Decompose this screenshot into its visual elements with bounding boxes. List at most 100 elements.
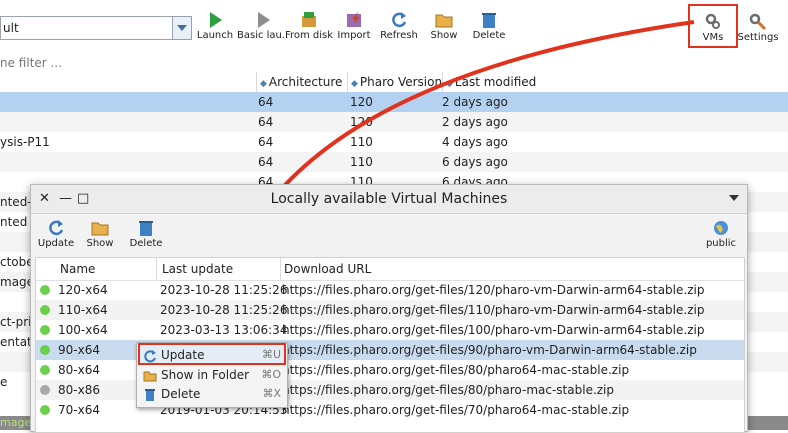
cell-arch: 64 [258, 115, 274, 129]
vm-cell-name: 70-x64 [58, 403, 100, 417]
cell-version: 110 [350, 155, 373, 169]
cell-modified: 4 days ago [442, 135, 508, 149]
vm-cell-name: 100-x64 [58, 323, 108, 337]
vm-public-button[interactable]: public [699, 218, 743, 249]
cell-version: 120 [350, 115, 373, 129]
vm-cell-name: 90-x64 [58, 343, 100, 357]
trash-icon [145, 389, 155, 401]
sort-icon: ◆ [260, 79, 267, 89]
launcher-toolbar: ult Launch Basic lau... From disk Import… [0, 0, 788, 52]
menu-item-delete[interactable]: Delete ⌘X [137, 385, 287, 404]
vm-cell-url: https://files.pharo.org/get-files/100/ph… [282, 323, 705, 337]
vm-cell-name: 120-x64 [58, 283, 108, 297]
play-icon [210, 12, 222, 28]
vm-show-button[interactable]: Show [78, 218, 122, 249]
vm-window-title: Locally available Virtual Machines [270, 191, 508, 207]
delete-button[interactable]: Delete [463, 8, 515, 48]
vm-cell-url: https://files.pharo.org/get-files/70/pha… [282, 403, 630, 417]
sort-icon: ◆ [446, 79, 453, 89]
vms-button-highlight [688, 4, 738, 48]
globe-icon [714, 221, 728, 235]
status-dot-icon [40, 345, 50, 355]
cell-name: mage [0, 275, 35, 289]
vm-table-header: Name Last update Download URL [36, 258, 744, 281]
table-row[interactable]: 64 110 6 days ago [0, 152, 788, 172]
vm-update-button[interactable]: Update [34, 218, 78, 249]
update-item-highlight [138, 343, 286, 365]
folder-icon [91, 222, 109, 236]
cell-name: ysis-P11 [0, 135, 50, 149]
cell-name: e [0, 375, 8, 389]
trash-icon [482, 13, 496, 28]
status-dot-icon [40, 305, 50, 315]
filter-placeholder: ne filter ... [0, 56, 62, 70]
table-row[interactable]: 64 120 2 days ago [0, 92, 788, 112]
sort-icon: ◆ [351, 79, 358, 89]
filter-input[interactable]: ne filter ... [0, 54, 788, 74]
vm-cell-url: https://files.pharo.org/get-files/110/ph… [282, 303, 705, 317]
status-dot-icon [40, 285, 50, 295]
vm-window-titlebar[interactable]: ✕ — □ Locally available Virtual Machines [31, 185, 747, 214]
cell-arch: 64 [258, 95, 274, 109]
column-separator [156, 258, 157, 280]
table-row[interactable]: ysis-P11 64 110 4 days ago [0, 132, 788, 152]
window-menu-icon[interactable] [729, 194, 739, 202]
status-dot-icon [40, 325, 50, 335]
status-dot-icon [40, 385, 50, 395]
status-text: mage [0, 416, 32, 429]
vm-cell-date: 2023-10-28 11:25:26 [160, 283, 288, 297]
trash-icon [139, 221, 153, 236]
folder-icon [143, 371, 157, 382]
header-last-modified[interactable]: ◆ Last modified [446, 75, 536, 89]
settings-icon [749, 13, 767, 31]
vm-cell-url: https://files.pharo.org/get-files/80/pha… [282, 383, 615, 397]
header-download-url[interactable]: Download URL [284, 262, 371, 276]
header-pharo-version[interactable]: ◆ Pharo Version [351, 75, 442, 89]
template-dropdown[interactable]: ult [0, 16, 192, 40]
vm-row[interactable]: 110-x64 2023-10-28 11:25:26 https://files.… [36, 300, 744, 320]
header-architecture[interactable]: ◆ Architecture [260, 75, 342, 89]
images-table-header: ◆ Architecture ◆ Pharo Version ◆ Last modif… [0, 72, 788, 94]
vm-row[interactable]: 120-x64 2023-10-28 11:25:26 https://files.… [36, 280, 744, 300]
launch-button[interactable]: Launch [189, 8, 241, 48]
import-icon [347, 12, 361, 27]
vm-cell-name: 80-x86 [58, 383, 100, 397]
vm-cell-name: 110-x64 [58, 303, 108, 317]
cell-version: 120 [350, 95, 373, 109]
flag-folder-icon [302, 12, 316, 27]
vm-row[interactable]: 100-x64 2023-03-13 13:06:34 https://files.… [36, 320, 744, 340]
folder-icon [435, 14, 453, 28]
vm-cell-url: https://files.pharo.org/get-files/80/pha… [282, 363, 630, 377]
refresh-icon [49, 220, 64, 236]
vm-delete-button[interactable]: Delete [124, 218, 168, 249]
cell-arch: 64 [258, 155, 274, 169]
cell-name: nted [0, 215, 28, 229]
template-dropdown-value: ult [3, 21, 19, 35]
cell-modified: 2 days ago [442, 115, 508, 129]
cell-name: ct-pri [0, 315, 32, 329]
column-separator [256, 72, 257, 94]
vm-cell-date: 2023-10-28 11:25:26 [160, 303, 288, 317]
status-dot-icon [40, 365, 50, 375]
cell-arch: 64 [258, 135, 274, 149]
settings-button[interactable]: Settings [732, 10, 784, 50]
vm-cell-url: https://files.pharo.org/get-files/90/pha… [282, 343, 697, 357]
column-separator [347, 72, 348, 94]
header-name[interactable]: Name [60, 262, 95, 276]
header-last-update[interactable]: Last update [162, 262, 233, 276]
gray-play-icon [258, 12, 270, 28]
vm-cell-name: 80-x64 [58, 363, 100, 377]
status-dot-icon [40, 405, 50, 415]
table-row[interactable]: 64 120 2 days ago [0, 112, 788, 132]
cell-modified: 2 days ago [442, 95, 508, 109]
menu-item-show-in-folder[interactable]: Show in Folder ⌘O [137, 366, 287, 385]
refresh-icon [392, 12, 407, 28]
vm-cell-url: https://files.pharo.org/get-files/120/ph… [282, 283, 705, 297]
cell-version: 110 [350, 135, 373, 149]
cell-name: nted- [0, 195, 32, 209]
basic-launch-button[interactable]: Basic lau... [237, 8, 289, 48]
column-separator [442, 72, 443, 94]
vm-cell-date: 2023-03-13 13:06:34 [160, 323, 288, 337]
cell-modified: 6 days ago [442, 155, 508, 169]
column-separator [280, 258, 281, 280]
